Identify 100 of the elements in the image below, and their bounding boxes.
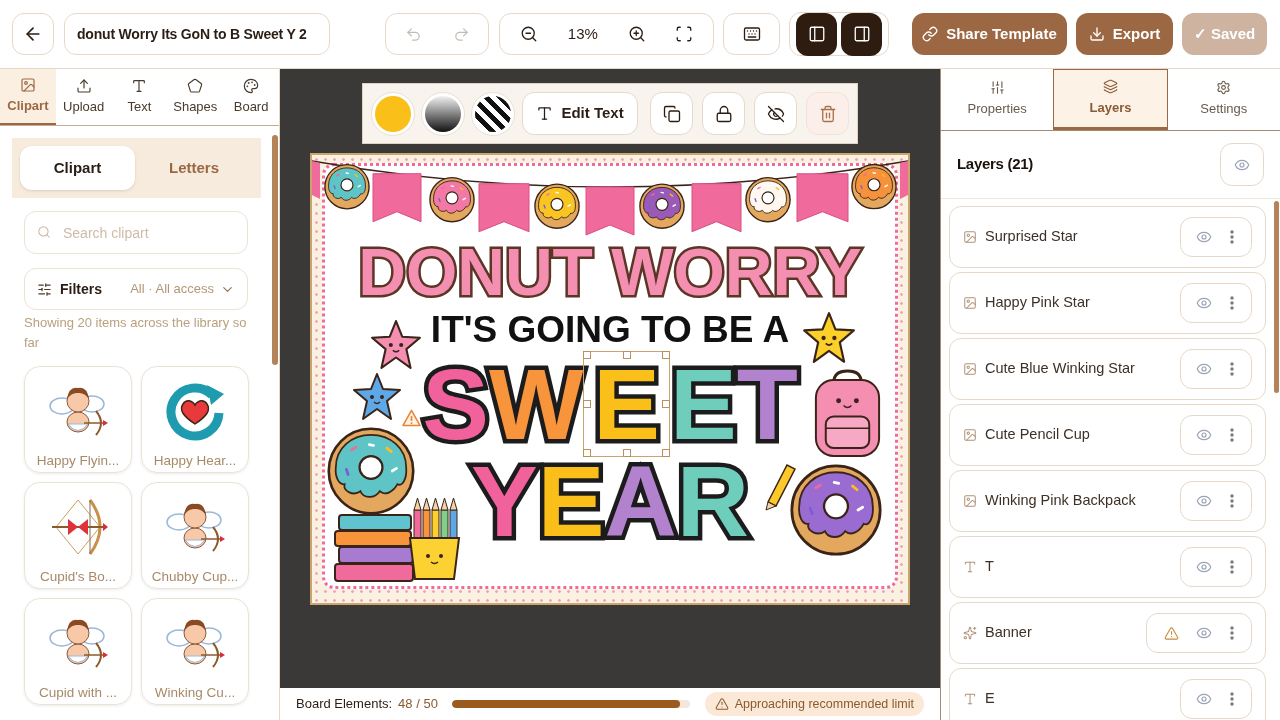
clipart-card[interactable]: Chubby Cup... <box>141 482 249 589</box>
sidebar-tab[interactable]: Board <box>223 69 279 125</box>
layer-name: Surprised Star <box>985 227 1078 247</box>
layer-row[interactable]: Banner <box>949 602 1266 664</box>
sidebar-tab[interactable]: Upload <box>55 69 112 125</box>
star-drawing <box>802 310 856 365</box>
clipart-card[interactable]: Happy Flyin... <box>24 366 132 473</box>
design-letter[interactable]: T <box>736 360 798 447</box>
eye-icon <box>1196 229 1212 245</box>
zoom-out-icon <box>519 25 538 43</box>
more-vertical-icon <box>1230 230 1234 244</box>
more-vertical-icon <box>1230 428 1234 442</box>
export-button[interactable]: Export <box>1076 13 1173 55</box>
layer-row[interactable]: T <box>949 536 1266 598</box>
layer-row[interactable]: Cute Blue Winking Star <box>949 338 1266 400</box>
layer-row[interactable]: E <box>949 668 1266 720</box>
left-panel-toggle[interactable] <box>796 12 837 56</box>
layer-row[interactable]: Winking Pink Backpack <box>949 470 1266 532</box>
layer-name: Banner <box>985 623 1032 643</box>
edit-text-button[interactable]: Edit Text <box>521 92 639 135</box>
keyboard-icon <box>742 25 761 43</box>
mode-tab[interactable]: Clipart <box>20 146 135 190</box>
layers-icon <box>1103 79 1118 95</box>
eye-icon <box>1196 559 1212 575</box>
lock-icon <box>714 104 733 123</box>
eye-icon <box>1196 427 1212 443</box>
fullscreen-icon <box>675 25 694 43</box>
eye-icon <box>1196 295 1212 311</box>
star-drawing <box>352 371 402 422</box>
layers-title: Layers (21) <box>957 154 1033 175</box>
zoom-in-icon <box>627 25 646 43</box>
layer-row[interactable]: Happy Pink Star <box>949 272 1266 334</box>
clipart-card[interactable]: Cupid's Bo... <box>24 482 132 589</box>
layer-row[interactable]: Surprised Star <box>949 206 1266 268</box>
more-vertical-icon <box>1230 296 1234 310</box>
sidebar-tab[interactable]: Text <box>111 69 168 125</box>
resize-handle[interactable] <box>622 448 631 457</box>
image-icon <box>963 428 977 442</box>
layer-name: Happy Pink Star <box>985 293 1090 313</box>
resize-handle[interactable] <box>583 448 592 457</box>
upload-icon <box>75 77 92 94</box>
more-vertical-icon <box>1230 626 1234 640</box>
back-button[interactable] <box>12 13 54 55</box>
image-icon <box>963 494 977 508</box>
resize-handle[interactable] <box>583 350 592 359</box>
eye-icon <box>1196 691 1212 707</box>
layer-row[interactable]: Cute Pencil Cup <box>949 404 1266 466</box>
image-icon <box>963 296 977 310</box>
layer-name: Cute Blue Winking Star <box>985 359 1135 379</box>
search-field[interactable]: Search clipart <box>24 211 248 254</box>
panel-tab[interactable]: Properties <box>941 69 1054 130</box>
design-subtitle[interactable]: IT'S GOING TO BE A <box>430 310 790 348</box>
panel-tab[interactable]: Layers <box>1053 69 1168 130</box>
right-panel-toggle[interactable] <box>841 12 882 56</box>
layer-name: T <box>985 557 994 577</box>
image-icon <box>963 362 977 376</box>
resize-handle[interactable] <box>583 399 592 408</box>
resize-handle[interactable] <box>662 448 670 457</box>
resize-handle[interactable] <box>662 399 670 408</box>
title-field[interactable]: donut Worry Its GoN to B Sweet Y 2 <box>64 13 330 55</box>
elements-label: Board Elements: <box>296 695 393 714</box>
show-all-button[interactable] <box>1220 143 1264 186</box>
scrollbar-thumb[interactable] <box>272 135 278 365</box>
more-vertical-icon <box>1230 494 1234 508</box>
keyboard-shortcuts-button[interactable] <box>723 13 780 55</box>
resize-handle[interactable] <box>662 350 670 359</box>
copy-button[interactable] <box>650 92 694 135</box>
text-icon <box>131 77 148 94</box>
delete-button[interactable] <box>806 92 849 135</box>
share-template-button[interactable]: Share Template <box>912 13 1067 55</box>
hide-button[interactable] <box>754 92 798 135</box>
text-icon <box>963 692 977 706</box>
search-icon <box>37 225 51 239</box>
sidebar-tab[interactable]: Clipart <box>0 69 56 125</box>
sparkles-icon <box>963 626 977 640</box>
clipart-card[interactable]: Winking Cu... <box>141 598 249 705</box>
scrollbar-thumb[interactable] <box>1274 201 1279 393</box>
panel-tab[interactable]: Settings <box>1167 69 1280 130</box>
design-letter[interactable]: Y <box>471 457 538 544</box>
design-letter[interactable]: A <box>604 457 677 544</box>
image-icon <box>963 230 977 244</box>
filters-dropdown[interactable]: Filters All · All access <box>24 268 248 310</box>
lock-button[interactable] <box>702 92 746 135</box>
sidebar-tab[interactable]: Shapes <box>167 69 224 125</box>
stripes-swatch-icon <box>474 95 511 132</box>
mode-tab[interactable]: Letters <box>135 146 253 190</box>
layer-name: Cute Pencil Cup <box>985 425 1090 445</box>
star-drawing <box>370 318 422 371</box>
clipart-card[interactable]: Happy Hear... <box>141 366 249 473</box>
image-icon <box>19 76 36 93</box>
download-icon <box>1088 26 1105 42</box>
clipart-card[interactable]: Cupid with ... <box>24 598 132 705</box>
eye-icon <box>1196 361 1212 377</box>
trash-icon <box>818 104 837 123</box>
resize-handle[interactable] <box>622 350 631 359</box>
warning-text: Approaching recommended limit <box>734 695 914 713</box>
design-letter[interactable]: S <box>422 360 489 447</box>
layer-name: Winking Pink Backpack <box>985 491 1136 511</box>
elements-count: 48 / 50 <box>398 695 438 714</box>
warning-icon <box>402 408 421 427</box>
